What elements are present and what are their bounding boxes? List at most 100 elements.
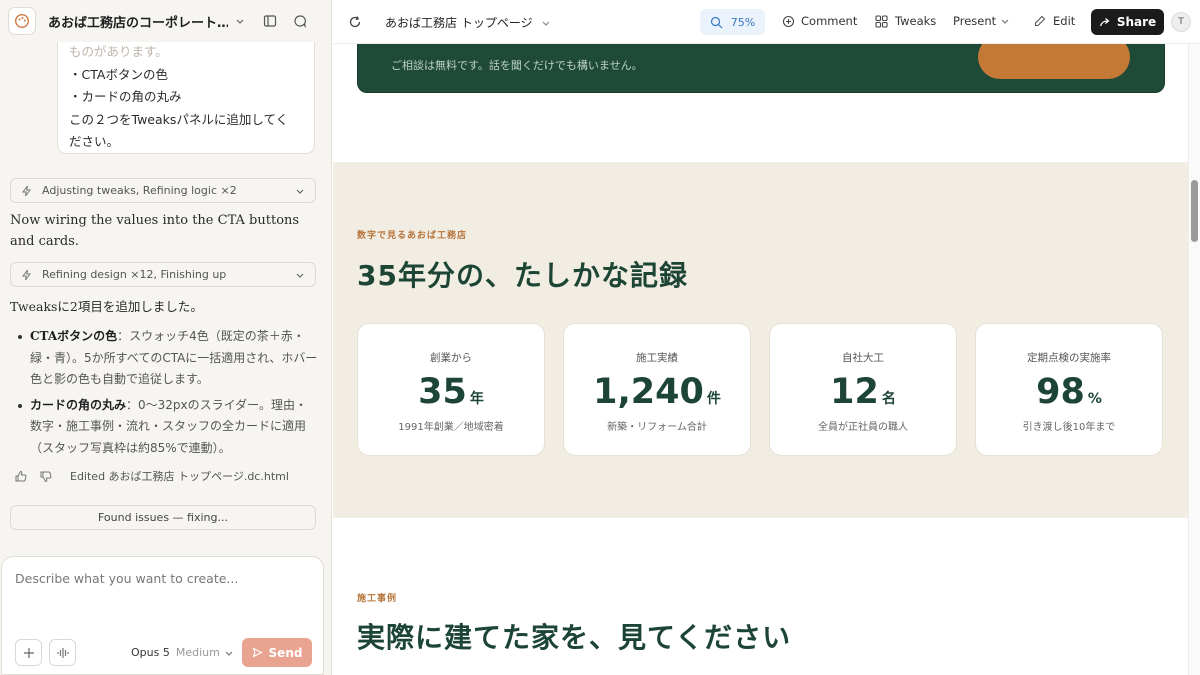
- section-eyebrow: 施工事例: [357, 594, 398, 604]
- avatar[interactable]: T: [1171, 12, 1191, 32]
- tweaks-button[interactable]: Tweaks: [875, 14, 936, 28]
- prompt-input[interactable]: [15, 571, 310, 621]
- composer: Opus 5 Medium Send: [1, 556, 324, 675]
- stat-note: 1991年創業／地域密着: [398, 422, 504, 433]
- share-arrow-icon: [1099, 18, 1110, 27]
- comment-button[interactable]: Comment: [782, 14, 857, 28]
- stat-unit: 年: [469, 391, 484, 407]
- lightning-icon: [22, 185, 31, 196]
- stat-unit: 名: [881, 391, 896, 407]
- stat-note: 全員が正社員の職人: [818, 422, 908, 433]
- stat-value: 1,240: [593, 372, 704, 412]
- cta-banner: ご相談は無料です。話を聞くだけでも構いません。: [357, 44, 1165, 93]
- stat-card: 施工実績 1,240 件 新築・リフォーム合計: [563, 323, 751, 456]
- effort-level: Medium: [175, 646, 220, 659]
- stat-unit: %: [1087, 391, 1102, 407]
- section-eyebrow: 数字で見るあおば工務店: [357, 231, 468, 241]
- tool-activity-label: Refining design ×12, Finishing up: [42, 268, 227, 281]
- preview-canvas[interactable]: ご相談は無料です。話を聞くだけでも構いません。 数字で見るあおば工務店 35年分…: [333, 44, 1188, 675]
- tool-activity-2[interactable]: Refining design ×12, Finishing up: [10, 262, 316, 287]
- app-window: あおば工務店のコーポレート… ものがあります。 ・CTAボタンの色 ・カードの角…: [0, 0, 1200, 675]
- palette-icon[interactable]: [8, 7, 36, 35]
- plus-icon: [23, 647, 34, 658]
- list-item-title: CTAボタンの色: [30, 329, 118, 343]
- stat-note: 新築・リフォーム合計: [607, 422, 707, 433]
- thumbs-up-icon[interactable]: [14, 470, 27, 483]
- cta-button[interactable]: [978, 44, 1130, 79]
- share-label: Share: [1116, 15, 1157, 29]
- message-line: ・CTAボタンの色: [69, 66, 168, 82]
- tool-activity-1[interactable]: Adjusting tweaks, Refining logic ×2: [10, 178, 316, 203]
- message-line: ものがあります。: [69, 44, 168, 59]
- sidebar-toggle-icon[interactable]: [260, 11, 280, 31]
- send-icon: [252, 647, 263, 658]
- section-heading: 実際に建てた家を、見てください: [357, 621, 792, 654]
- file-selector[interactable]: あおば工務店 トップページ: [385, 14, 551, 31]
- tweaks-label: Tweaks: [895, 14, 937, 28]
- chat-header: あおば工務店のコーポレート…: [0, 0, 331, 42]
- list-item-title: カードの角の丸み: [30, 397, 127, 412]
- scrollbar-thumb[interactable]: [1191, 180, 1198, 242]
- stat-card: 定期点検の実施率 98% 引き渡し後10年まで: [975, 323, 1163, 456]
- zoom-button[interactable]: 75%: [700, 9, 765, 35]
- stat-note: 引き渡し後10年まで: [1022, 422, 1116, 433]
- stat-value-row: 98%: [976, 370, 1162, 421]
- chat-panel: あおば工務店のコーポレート… ものがあります。 ・CTAボタンの色 ・カードの角…: [0, 0, 332, 675]
- chevron-down-icon: [1001, 19, 1009, 24]
- stat-value: 35: [418, 372, 467, 412]
- chevron-down-icon: [296, 273, 304, 278]
- lightning-icon: [22, 269, 31, 280]
- stat-value-row: 12 名: [770, 370, 956, 421]
- chat-messages[interactable]: ものがあります。 ・CTAボタンの色 ・カードの角の丸み この２つをTweaks…: [0, 42, 331, 554]
- stat-value: 12: [830, 372, 879, 412]
- stat-label: 施工実績: [636, 352, 678, 364]
- new-chat-icon[interactable]: [290, 11, 310, 31]
- preview-toolbar: あおば工務店 トップページ 75% Comment Tweaks Present…: [333, 0, 1200, 44]
- model-name: Opus 5: [131, 646, 170, 659]
- stat-value-row: 1,240 件: [564, 370, 750, 421]
- thumbs-down-icon[interactable]: [39, 470, 52, 483]
- pencil-icon: [1034, 15, 1046, 27]
- voice-input-button[interactable]: [49, 639, 76, 666]
- present-button[interactable]: Present: [953, 14, 1010, 28]
- stat-value-row: 35 年: [358, 370, 544, 421]
- scrollbar[interactable]: [1188, 44, 1200, 675]
- chevron-down-icon: [296, 189, 304, 194]
- tool-activity-label: Adjusting tweaks, Refining logic ×2: [42, 184, 237, 197]
- stat-card: 創業から 35 年 1991年創業／地域密着: [357, 323, 545, 456]
- send-button[interactable]: Send: [242, 638, 312, 667]
- stat-value: 98: [1036, 372, 1085, 412]
- stats-section: 数字で見るあおば工務店 35年分の、たしかな記録 創業から 35 年 1991年創…: [333, 162, 1188, 518]
- edit-button[interactable]: Edit: [1034, 14, 1075, 28]
- add-attachment-button[interactable]: [15, 639, 42, 666]
- model-selector[interactable]: Opus 5 Medium: [131, 646, 234, 659]
- comment-label: Comment: [801, 14, 858, 28]
- chevron-down-icon: [542, 21, 550, 26]
- zoom-level: 75%: [730, 15, 756, 29]
- assistant-message: Now wiring the values into the CTA butto…: [10, 213, 300, 249]
- stat-label: 創業から: [430, 352, 472, 364]
- stat-card: 自社大工 12 名 全員が正社員の職人: [769, 323, 957, 456]
- message-line: ださい。: [69, 134, 120, 149]
- chevron-down-icon: [225, 651, 233, 656]
- waveform-icon: [56, 647, 69, 658]
- project-title[interactable]: あおば工務店のコーポレート…: [48, 12, 228, 31]
- comment-icon: [782, 15, 795, 27]
- search-icon: [710, 16, 723, 28]
- stat-label: 自社大工: [842, 352, 884, 364]
- list-item: CTAボタンの色：スウォッチ4色（既定の茶＋赤・緑・青）。5か所すべてのCTAに…: [12, 326, 318, 391]
- chevron-down-icon[interactable]: [230, 11, 250, 31]
- message-line: この２つをTweaksパネルに追加してく: [69, 111, 289, 127]
- share-button[interactable]: Share: [1091, 9, 1164, 35]
- stat-label: 定期点検の実施率: [1027, 352, 1111, 364]
- assistant-message: Tweaksに2項目を追加しました。: [10, 299, 203, 314]
- edited-file-label[interactable]: Edited あおば工務店 トップページ.dc.html: [70, 468, 289, 484]
- send-label: Send: [268, 645, 303, 660]
- file-title: あおば工務店 トップページ: [385, 16, 533, 30]
- list-item: カードの角の丸み：0〜32pxのスライダー。理由・数字・施工事例・流れ・スタッフ…: [12, 395, 318, 460]
- refresh-icon[interactable]: [345, 12, 365, 32]
- section-heading: 35年分の、たしかな記録: [357, 259, 688, 292]
- tweaks-icon: [875, 14, 888, 28]
- message-line: ・カードの角の丸み: [69, 89, 182, 104]
- user-message-bubble: ものがあります。 ・CTAボタンの色 ・カードの角の丸み この２つをTweaks…: [57, 42, 315, 154]
